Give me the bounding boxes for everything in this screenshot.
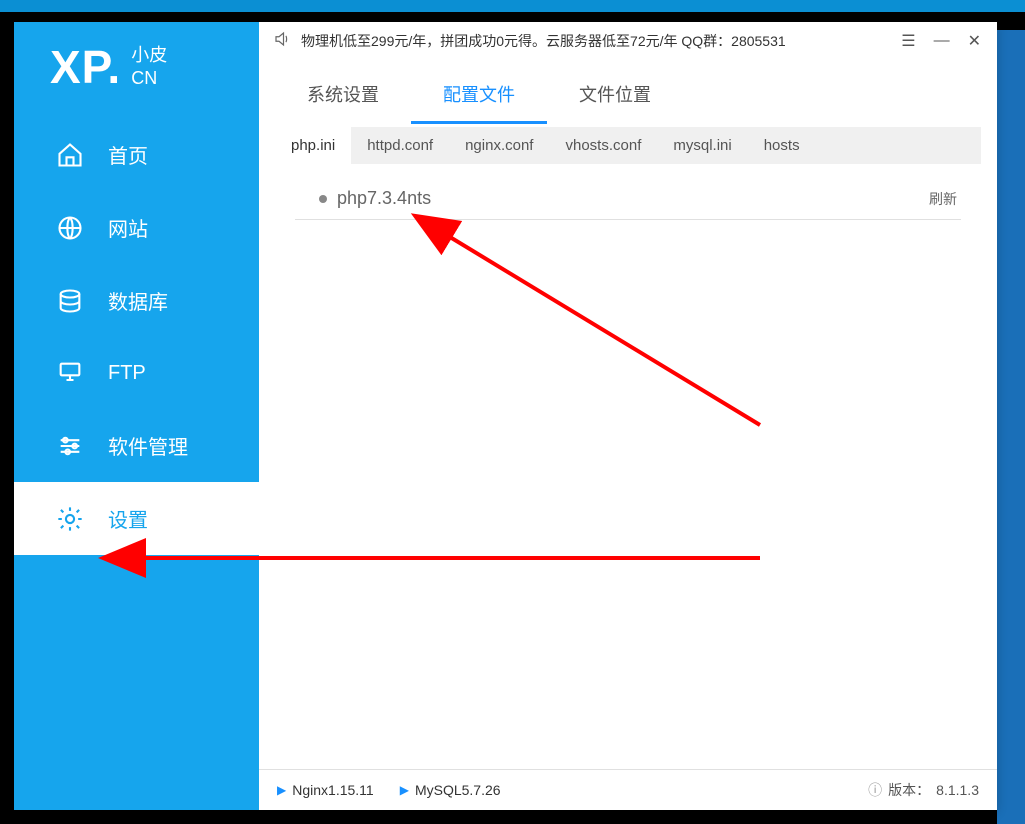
window-controls: ☰ — ✕ (899, 31, 983, 51)
ftp-icon (56, 359, 84, 387)
minimize-icon[interactable]: — (932, 32, 952, 50)
sidebar-item-label: FTP (108, 362, 146, 385)
sidebar-item-website[interactable]: 网站 (14, 191, 259, 264)
sidebar-item-label: 网站 (108, 213, 148, 242)
gear-icon (56, 505, 84, 533)
sidebar-item-label: 首页 (108, 140, 148, 169)
sidebar: XP. 小皮 CN 首页 网站 (14, 22, 259, 810)
tab-config-files[interactable]: 配置文件 (411, 67, 547, 124)
app-window: XP. 小皮 CN 首页 网站 (14, 22, 997, 810)
version-value: 8.1.1.3 (936, 782, 979, 798)
list-area: php7.3.4nts 刷新 (275, 184, 981, 220)
logo-sub1: 小皮 (131, 44, 167, 67)
logo-text-xp: XP. (50, 40, 121, 94)
outer-right-stripe (997, 30, 1025, 824)
notice-text: 物理机低至299元/年，拼团成功0元得。云服务器低至72元/年 QQ群：2805… (301, 31, 889, 51)
tab2-phpini[interactable]: php.ini (275, 127, 351, 164)
tab-file-location[interactable]: 文件位置 (547, 67, 683, 124)
info-icon: ⓘ (868, 780, 882, 800)
tab2-vhostsconf[interactable]: vhosts.conf (549, 127, 657, 164)
play-icon: ▶ (277, 783, 286, 797)
sliders-icon (56, 432, 84, 460)
tab-system-settings[interactable]: 系统设置 (275, 67, 411, 124)
sidebar-item-label: 软件管理 (108, 431, 188, 460)
database-icon (56, 287, 84, 315)
list-item[interactable]: php7.3.4nts (295, 184, 455, 213)
status-mysql[interactable]: ▶ MySQL5.7.26 (400, 782, 501, 798)
tab2-httpdconf[interactable]: httpd.conf (351, 127, 449, 164)
list-item-label: php7.3.4nts (337, 188, 431, 209)
version-label: 版本： (888, 780, 930, 800)
globe-icon (56, 214, 84, 242)
close-icon[interactable]: ✕ (966, 31, 983, 51)
bullet-icon (319, 195, 327, 203)
sidebar-item-settings[interactable]: 设置 (14, 482, 259, 555)
tab2-mysqlini[interactable]: mysql.ini (657, 127, 747, 164)
refresh-button[interactable]: 刷新 (929, 189, 961, 209)
speaker-icon (273, 30, 291, 51)
content: 系统设置 配置文件 文件位置 php.ini httpd.conf nginx.… (259, 59, 997, 769)
sidebar-item-home[interactable]: 首页 (14, 118, 259, 191)
sidebar-item-label: 数据库 (108, 286, 168, 315)
tab2-hosts[interactable]: hosts (748, 127, 816, 164)
play-icon: ▶ (400, 783, 409, 797)
menu-icon[interactable]: ☰ (899, 31, 917, 51)
list-row: php7.3.4nts 刷新 (295, 184, 961, 220)
sidebar-item-ftp[interactable]: FTP (14, 337, 259, 409)
logo-sub2: CN (131, 67, 167, 90)
statusbar: ▶ Nginx1.15.11 ▶ MySQL5.7.26 ⓘ 版本： 8.1.1… (259, 769, 997, 810)
status-nginx[interactable]: ▶ Nginx1.15.11 (277, 782, 374, 798)
outer-top-stripe (0, 0, 1025, 12)
logo-sub: 小皮 CN (131, 44, 167, 91)
sidebar-item-database[interactable]: 数据库 (14, 264, 259, 337)
sidebar-item-label: 设置 (108, 504, 148, 533)
sidebar-item-software[interactable]: 软件管理 (14, 409, 259, 482)
logo: XP. 小皮 CN (14, 22, 259, 118)
tabs-secondary: php.ini httpd.conf nginx.conf vhosts.con… (275, 127, 981, 164)
main-area: 物理机低至299元/年，拼团成功0元得。云服务器低至72元/年 QQ群：2805… (259, 22, 997, 810)
status-version: ⓘ 版本： 8.1.1.3 (868, 780, 979, 800)
home-icon (56, 141, 84, 169)
status-mysql-label: MySQL5.7.26 (415, 782, 501, 798)
nav: 首页 网站 数据库 FTP (14, 118, 259, 555)
tabs-primary: 系统设置 配置文件 文件位置 (275, 67, 981, 125)
titlebar: 物理机低至299元/年，拼团成功0元得。云服务器低至72元/年 QQ群：2805… (259, 22, 997, 59)
tab2-nginxconf[interactable]: nginx.conf (449, 127, 549, 164)
status-nginx-label: Nginx1.15.11 (292, 782, 373, 798)
